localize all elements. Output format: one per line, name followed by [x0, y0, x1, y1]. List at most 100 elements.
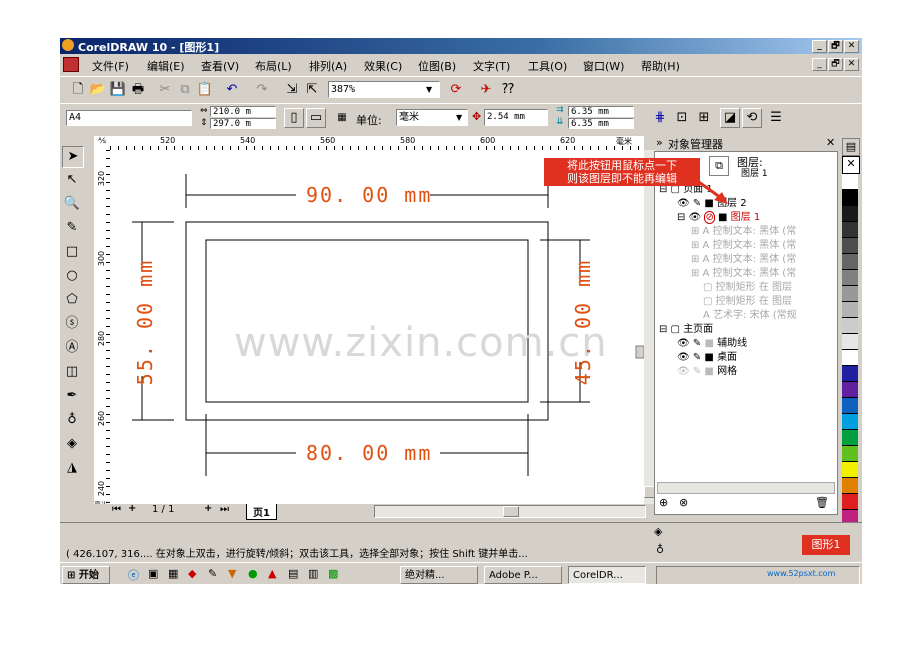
layer-manager-icon[interactable]: ⧉ — [709, 156, 729, 176]
docker-collapse-icon[interactable]: » — [656, 136, 663, 149]
color-swatch[interactable] — [842, 206, 858, 222]
duplicate-x-field[interactable]: 6.35 mm — [568, 106, 634, 117]
quicklaunch-icon[interactable]: ▣ — [148, 567, 158, 580]
dimension-bottom[interactable]: 80. 00 mm — [306, 441, 432, 465]
zoom-dropdown-icon[interactable]: ▼ — [426, 85, 432, 94]
menu-view[interactable]: 查看(V) — [201, 58, 239, 74]
whats-this-icon[interactable]: ⁇ — [498, 80, 518, 100]
quicklaunch-ie-icon[interactable]: ⓔ — [128, 567, 139, 583]
maximize-button[interactable]: 🗗 — [828, 40, 843, 53]
open-icon[interactable]: 📂 — [88, 80, 108, 100]
paper-height-field[interactable]: 297.0 m — [210, 118, 276, 129]
undo-icon[interactable]: ↶ — [222, 80, 242, 100]
pick-tool-icon[interactable]: ➤ — [62, 146, 84, 168]
tree-row-control-rect[interactable]: ▢ 控制矩形 在 图层 — [657, 278, 833, 293]
snap-guidelines-icon[interactable]: ⊡ — [672, 108, 692, 128]
color-swatch[interactable] — [842, 398, 858, 414]
page-tab[interactable]: 页1 — [246, 504, 277, 520]
menu-file[interactable]: 文件(F) — [92, 58, 129, 74]
zoom-field[interactable]: 387% — [328, 81, 440, 98]
fill-tool-icon[interactable]: ◈ — [62, 434, 82, 454]
quicklaunch-icon[interactable]: ✎ — [208, 567, 217, 580]
tree-row-layer2[interactable]: 👁 ✎ ■ 图层 2 — [657, 194, 833, 209]
menu-edit[interactable]: 编辑(E) — [147, 58, 185, 74]
panel-scroll-h[interactable] — [657, 482, 835, 494]
eyedropper-tool-icon[interactable]: ✒ — [62, 386, 82, 406]
application-launcher-icon[interactable]: ⟳ — [446, 80, 466, 100]
task-button[interactable]: Adobe P... — [484, 566, 562, 584]
dimension-right[interactable]: 45. 00 mm — [571, 259, 595, 385]
new-layer-icon[interactable]: ⊕ — [659, 496, 668, 509]
palette-top-icon[interactable]: ▤ — [842, 138, 860, 156]
new-master-layer-icon[interactable]: ⊗ — [679, 496, 688, 509]
color-swatch[interactable] — [842, 494, 858, 510]
color-swatch[interactable] — [842, 174, 858, 190]
interactive-fill-icon[interactable]: ◮ — [62, 458, 82, 478]
tree-row-master-page[interactable]: ⊟ ▢ 主页面 — [657, 320, 833, 335]
tree-row-art-text[interactable]: A 艺术字: 宋体 (常规 — [657, 306, 833, 321]
palette-none-swatch[interactable]: ✕ — [842, 156, 860, 174]
new-icon[interactable]: 🗋 — [68, 80, 88, 100]
menu-bitmaps[interactable]: 位图(B) — [418, 58, 456, 74]
color-swatch[interactable] — [842, 478, 858, 494]
add-page-before-icon[interactable]: + — [128, 503, 136, 514]
unit-dropdown-icon[interactable]: ▼ — [456, 113, 462, 122]
tree-row-layer1[interactable]: ⊟ 👁 ⊘ ■ 图层 1 — [657, 208, 833, 224]
paper-type-select[interactable]: A4 — [66, 110, 192, 126]
corel-online-icon[interactable]: ✈ — [476, 80, 496, 100]
menu-window[interactable]: 窗口(W) — [583, 58, 624, 74]
menu-text[interactable]: 文字(T) — [473, 58, 510, 74]
snap-grid-icon[interactable]: ⋕ — [650, 108, 670, 128]
horizontal-ruler[interactable]: 520 540 560 580 600 620 毫米 — [110, 136, 644, 151]
draw-mode-icon[interactable]: ⟲ — [742, 108, 762, 128]
freehand-tool-icon[interactable]: ✎ — [62, 218, 82, 238]
tree-row-guides[interactable]: 👁 ✎ ■ 辅助线 — [657, 334, 833, 349]
menu-effects[interactable]: 效果(C) — [364, 58, 402, 74]
text-tool-icon[interactable]: Ⓐ — [62, 338, 82, 358]
tree-row-grid[interactable]: 👁 ✎ ■ 网格 — [657, 362, 833, 377]
drawing-canvas[interactable]: www.zixin.com.cn 90. 00 mm 80. 00 mm 55.… — [110, 150, 644, 504]
docker-close-icon[interactable]: ✕ — [826, 136, 835, 149]
spiral-tool-icon[interactable]: ⓢ — [62, 314, 82, 334]
dimension-left[interactable]: 55. 00 mm — [133, 259, 157, 385]
tree-row-desktop[interactable]: 👁 ✎ ■ 桌面 — [657, 348, 833, 363]
color-swatch[interactable] — [842, 302, 858, 318]
quicklaunch-icon[interactable]: ▩ — [328, 567, 338, 580]
snap-objects-icon[interactable]: ⊞ — [694, 108, 714, 128]
page-size-icon[interactable]: ▦ — [332, 108, 352, 128]
options-icon[interactable]: ☰ — [766, 108, 786, 128]
quicklaunch-icon[interactable]: ● — [248, 567, 258, 580]
color-swatch[interactable] — [842, 382, 858, 398]
h-scroll-thumb[interactable] — [503, 506, 519, 517]
color-swatch[interactable] — [842, 366, 858, 382]
quicklaunch-icon[interactable]: ▼ — [228, 567, 236, 580]
tree-row-control-text[interactable]: ⊞ A 控制文本: 黑体 (常 — [657, 264, 833, 279]
color-swatch[interactable] — [842, 462, 858, 478]
redo-icon[interactable]: ↷ — [252, 80, 272, 100]
dimension-top[interactable]: 90. 00 mm — [306, 183, 432, 207]
color-swatch[interactable] — [842, 270, 858, 286]
doc-minimize-button[interactable]: _ — [812, 58, 827, 71]
last-page-icon[interactable]: ⏭ — [220, 504, 229, 515]
treat-as-filled-icon[interactable]: ◪ — [720, 108, 740, 128]
color-swatch[interactable] — [842, 254, 858, 270]
polygon-tool-icon[interactable]: ⬠ — [62, 290, 82, 310]
task-button-active[interactable]: CorelDR... — [568, 566, 646, 584]
color-swatch[interactable] — [842, 318, 858, 334]
copy-icon[interactable]: ⧉ — [175, 80, 195, 100]
quicklaunch-icon[interactable]: ◆ — [188, 567, 196, 580]
add-page-after-icon[interactable]: + — [204, 503, 212, 514]
paste-icon[interactable]: 📋 — [195, 80, 215, 100]
interactive-blend-icon[interactable]: ◫ — [62, 362, 82, 382]
close-button[interactable]: ✕ — [844, 40, 859, 53]
color-swatch[interactable] — [842, 334, 858, 350]
quicklaunch-icon[interactable]: ▲ — [268, 567, 276, 580]
menu-layout[interactable]: 布局(L) — [255, 58, 292, 74]
delete-icon[interactable]: 🗑 — [815, 496, 829, 509]
menu-help[interactable]: 帮助(H) — [641, 58, 680, 74]
color-swatch[interactable] — [842, 430, 858, 446]
import-icon[interactable]: ⇲ — [282, 80, 302, 100]
quicklaunch-icon[interactable]: ▥ — [308, 567, 318, 580]
color-swatch[interactable] — [842, 238, 858, 254]
tree-row-control-rect[interactable]: ▢ 控制矩形 在 图层 — [657, 292, 833, 307]
